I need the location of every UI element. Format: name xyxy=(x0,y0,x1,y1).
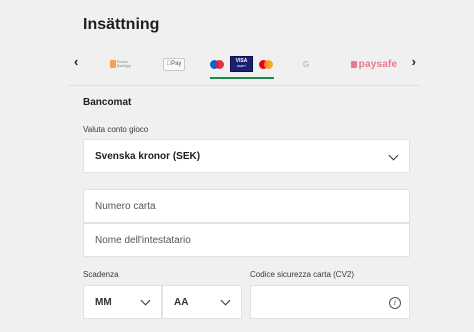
divider xyxy=(68,85,420,86)
apple-pay-logo-icon: Pay xyxy=(163,57,185,71)
info-icon[interactable]: i xyxy=(389,297,401,309)
expiry-month-value: MM xyxy=(95,297,112,308)
card-number-field[interactable] xyxy=(83,189,410,223)
apple-pay-label: Pay xyxy=(168,61,181,67)
maestro-logo-icon xyxy=(210,60,224,69)
page-title: Insättning xyxy=(83,16,160,33)
chevron-right-icon[interactable]: › xyxy=(412,54,416,69)
cvv-field[interactable]: i xyxy=(250,285,410,319)
chevron-down-icon xyxy=(140,295,151,306)
holder-name-input[interactable] xyxy=(84,224,409,256)
chevron-down-icon xyxy=(220,295,231,306)
pocket-logo-icon: Pocket BankApp xyxy=(110,60,136,69)
currency-value: Svenska kronor (SEK) xyxy=(95,151,201,162)
visa-debit-logo-icon: VISA DEBIT xyxy=(230,56,253,72)
currency-select[interactable]: Svenska kronor (SEK) xyxy=(83,139,410,173)
lock-icon xyxy=(350,60,357,68)
expiry-year-value: AA xyxy=(174,297,189,308)
expiry-year-select[interactable]: AA xyxy=(162,285,242,319)
cvv-label: Codice sicurezza carta (CV2) xyxy=(250,270,355,279)
paysafe-logo-label: paysafe xyxy=(358,58,398,70)
currency-label: Valuta conto gioco xyxy=(83,125,149,134)
chevron-left-icon[interactable]: ‹ xyxy=(74,54,78,69)
holder-name-field[interactable] xyxy=(83,223,410,257)
visa-sublabel: DEBIT xyxy=(237,64,246,68)
section-title: Bancomat xyxy=(83,97,132,108)
payment-method-pocket[interactable]: Pocket BankApp xyxy=(108,56,138,72)
mastercard-logo-icon xyxy=(259,60,273,69)
payment-method-carousel: ‹ Pocket BankApp Pay VISA DEBIT G paysa… xyxy=(68,50,420,80)
cvv-input[interactable] xyxy=(251,286,409,318)
chevron-down-icon xyxy=(388,150,399,161)
google-pay-logo-icon: G xyxy=(302,59,310,69)
expiry-month-select[interactable]: MM xyxy=(83,285,162,319)
payment-method-apple-pay[interactable]: Pay xyxy=(163,56,185,72)
payment-method-google-pay[interactable]: G xyxy=(299,56,313,72)
expiry-label: Scadenza xyxy=(83,270,119,279)
payment-method-paysafe[interactable]: paysafe xyxy=(348,56,400,72)
payment-method-cards[interactable]: VISA DEBIT xyxy=(210,56,280,76)
card-number-input[interactable] xyxy=(84,190,409,222)
selected-method-indicator xyxy=(210,77,274,79)
pocket-label: Pocket BankApp xyxy=(116,60,132,68)
